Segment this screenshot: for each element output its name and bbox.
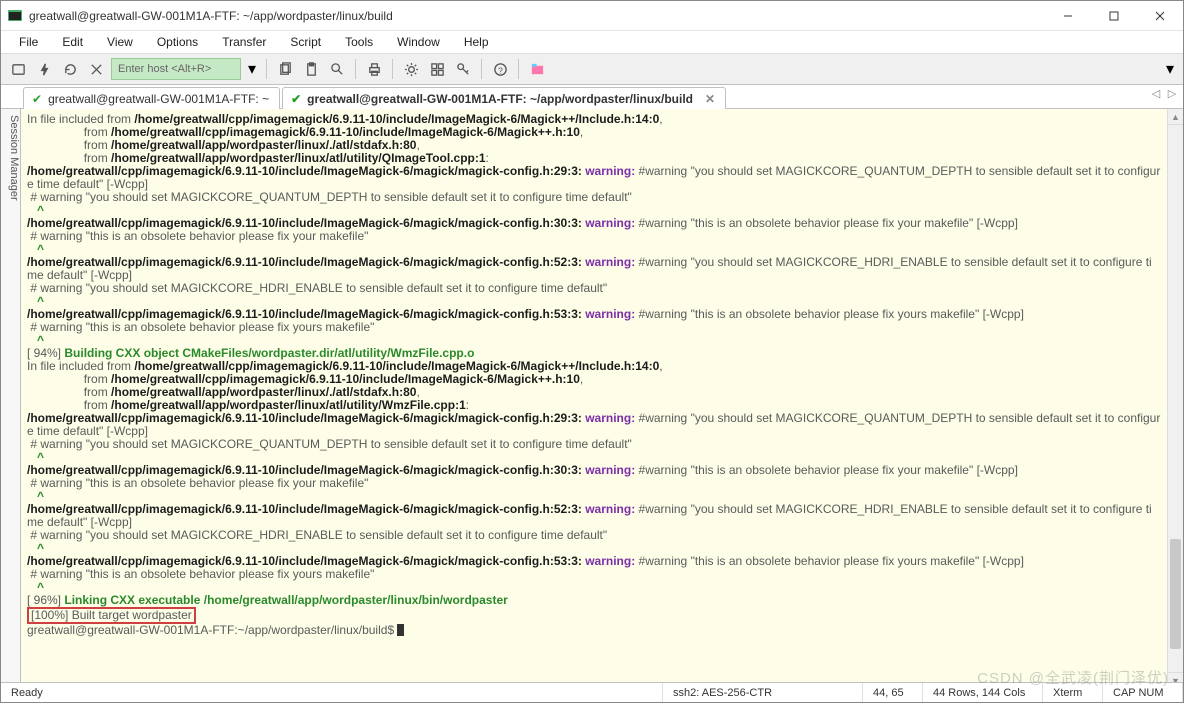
maximize-button[interactable] bbox=[1091, 1, 1137, 30]
host-dropdown[interactable]: ▾ bbox=[245, 58, 259, 80]
tab-session-2[interactable]: ✔ greatwall@greatwall-GW-001M1A-FTF: ~/a… bbox=[282, 87, 726, 109]
print-icon[interactable] bbox=[363, 58, 385, 80]
copy-icon[interactable] bbox=[274, 58, 296, 80]
window-title: greatwall@greatwall-GW-001M1A-FTF: ~/app… bbox=[29, 9, 1045, 23]
menu-help[interactable]: Help bbox=[454, 33, 499, 51]
svg-text:?: ? bbox=[498, 65, 503, 75]
scrollbar[interactable]: ▲ ▼ bbox=[1167, 109, 1183, 688]
menu-tools[interactable]: Tools bbox=[335, 33, 383, 51]
main-area: Session Manager In file included from /h… bbox=[1, 109, 1183, 688]
check-icon: ✔ bbox=[32, 92, 42, 106]
separator bbox=[392, 59, 393, 79]
toolbar-overflow[interactable]: ▾ bbox=[1163, 58, 1177, 80]
menu-view[interactable]: View bbox=[97, 33, 143, 51]
separator bbox=[518, 59, 519, 79]
tab-label: greatwall@greatwall-GW-001M1A-FTF: ~ bbox=[48, 92, 269, 106]
separator bbox=[481, 59, 482, 79]
terminal[interactable]: In file included from /home/greatwall/cp… bbox=[21, 109, 1167, 688]
separator bbox=[266, 59, 267, 79]
lightning-icon[interactable] bbox=[33, 58, 55, 80]
tab-label: greatwall@greatwall-GW-001M1A-FTF: ~/app… bbox=[307, 92, 693, 106]
status-bar: Ready ssh2: AES-256-CTR 44, 65 44 Rows, … bbox=[1, 682, 1183, 702]
terminal-wrap: In file included from /home/greatwall/cp… bbox=[21, 109, 1183, 688]
toolbar: Enter host <Alt+R> ▾ ? ▾ bbox=[1, 53, 1183, 85]
status-cipher: ssh2: AES-256-CTR bbox=[663, 683, 863, 702]
key-icon[interactable] bbox=[452, 58, 474, 80]
reconnect-icon[interactable] bbox=[59, 58, 81, 80]
host-placeholder: Enter host <Alt+R> bbox=[118, 63, 211, 75]
app-icon bbox=[7, 8, 23, 24]
menu-file[interactable]: File bbox=[9, 33, 48, 51]
status-caps: CAP NUM bbox=[1103, 683, 1183, 702]
close-icon[interactable]: ✕ bbox=[705, 92, 715, 106]
status-ready: Ready bbox=[1, 683, 663, 702]
help-icon[interactable]: ? bbox=[489, 58, 511, 80]
host-input[interactable]: Enter host <Alt+R> bbox=[111, 58, 241, 80]
window-controls bbox=[1045, 1, 1183, 30]
menu-options[interactable]: Options bbox=[147, 33, 208, 51]
menu-window[interactable]: Window bbox=[387, 33, 450, 51]
menu-transfer[interactable]: Transfer bbox=[212, 33, 276, 51]
status-size: 44 Rows, 144 Cols bbox=[923, 683, 1043, 702]
tab-prev[interactable]: ◁ bbox=[1149, 87, 1163, 100]
sidebar-label: Session Manager bbox=[8, 115, 20, 201]
menu-edit[interactable]: Edit bbox=[52, 33, 93, 51]
session-manager-sidebar[interactable]: Session Manager bbox=[1, 109, 21, 688]
tab-session-1[interactable]: ✔ greatwall@greatwall-GW-001M1A-FTF: ~ bbox=[23, 87, 280, 109]
title-bar: greatwall@greatwall-GW-001M1A-FTF: ~/app… bbox=[1, 1, 1183, 31]
gear-icon[interactable] bbox=[400, 58, 422, 80]
paste-icon[interactable] bbox=[300, 58, 322, 80]
scroll-thumb[interactable] bbox=[1170, 539, 1181, 649]
sessions-icon[interactable] bbox=[426, 58, 448, 80]
scroll-up[interactable]: ▲ bbox=[1168, 109, 1183, 125]
tab-next[interactable]: ▷ bbox=[1165, 87, 1179, 100]
status-termtype: Xterm bbox=[1043, 683, 1103, 702]
disconnect-icon[interactable] bbox=[85, 58, 107, 80]
menu-bar: File Edit View Options Transfer Script T… bbox=[1, 31, 1183, 53]
tabs-icon[interactable] bbox=[526, 58, 548, 80]
status-position: 44, 65 bbox=[863, 683, 923, 702]
separator bbox=[355, 59, 356, 79]
close-button[interactable] bbox=[1137, 1, 1183, 30]
find-icon[interactable] bbox=[326, 58, 348, 80]
minimize-button[interactable] bbox=[1045, 1, 1091, 30]
profile-icon[interactable] bbox=[7, 58, 29, 80]
tab-row: ✔ greatwall@greatwall-GW-001M1A-FTF: ~ ✔… bbox=[1, 85, 1183, 109]
menu-script[interactable]: Script bbox=[280, 33, 331, 51]
check-icon: ✔ bbox=[291, 92, 301, 106]
